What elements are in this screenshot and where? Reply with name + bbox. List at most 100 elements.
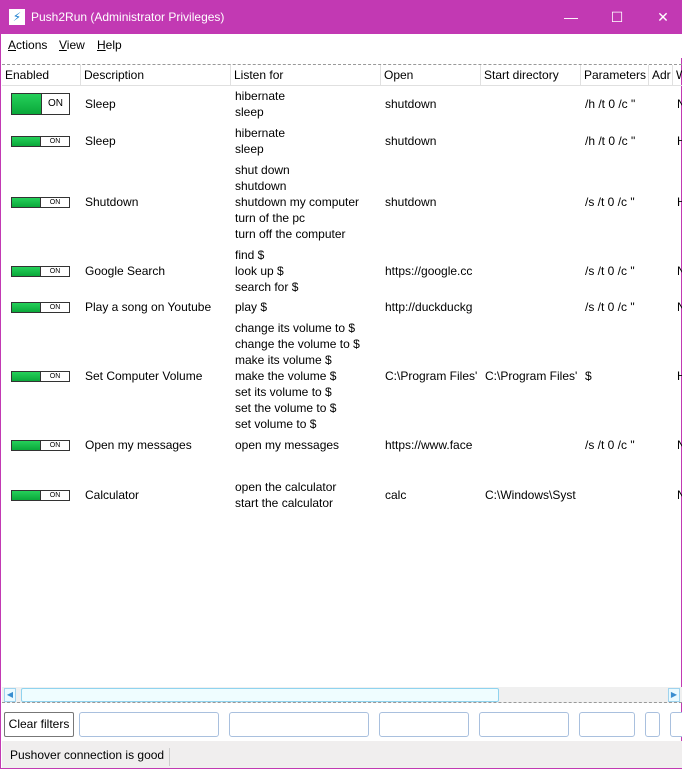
app-window: ⚡ Push2Run (Administrator Privileges) — … — [0, 0, 682, 769]
parameters-cell: /h /t 0 /c " — [585, 134, 636, 148]
listen-for-cell: hibernate sleep — [235, 125, 379, 157]
filter-parameters-input[interactable] — [579, 712, 635, 737]
parameters-cell: /s /t 0 /c " — [585, 300, 635, 314]
column-header-parameters[interactable]: Parameters — [581, 65, 649, 85]
scroll-right-arrow[interactable]: ▶ — [668, 688, 680, 702]
maximize-button[interactable]: ☐ — [594, 0, 640, 34]
listen-phrase: set its volume to $ — [235, 385, 332, 399]
listen-phrase: make the volume $ — [235, 369, 337, 383]
open-cell: http://duckduckg — [385, 300, 473, 314]
column-header-start-directory[interactable]: Start directory — [481, 65, 581, 85]
window-cell: N — [677, 97, 682, 111]
parameters-cell: $ — [585, 369, 592, 383]
listen-phrase: shutdown my computer — [235, 195, 360, 209]
scroll-left-arrow[interactable]: ◀ — [4, 688, 16, 702]
toggle-fill — [12, 94, 41, 114]
window-cell: H — [677, 369, 682, 383]
listen-for-cell: find $ look up $ search for $ — [235, 247, 379, 295]
listen-phrase: play $ — [235, 300, 268, 314]
clear-filters-button[interactable]: Clear filters — [4, 712, 74, 737]
listen-phrase: shutdown — [235, 179, 287, 193]
listen-phrase: turn of the pc — [235, 211, 306, 225]
listen-phrase: make its volume $ — [235, 353, 332, 367]
commands-grid: Enabled Description Listen for Open Start di… — [2, 64, 682, 704]
toggle-label: ON — [40, 372, 69, 381]
description-cell: Calculator — [85, 488, 140, 502]
menu-actions-label: Actions — [8, 38, 48, 52]
enabled-toggle[interactable]: ON — [11, 136, 70, 147]
filter-open-input[interactable] — [379, 712, 469, 737]
enabled-toggle[interactable]: ON — [11, 266, 70, 277]
open-cell: shutdown — [385, 97, 437, 111]
description-cell: Open my messages — [85, 438, 192, 452]
menu-view-label: View — [59, 38, 85, 52]
filter-window-input[interactable] — [670, 712, 682, 737]
toggle-fill — [12, 198, 40, 207]
enabled-toggle[interactable]: ON — [11, 302, 70, 313]
column-header-listen-for[interactable]: Listen for — [231, 65, 381, 85]
menu-view[interactable]: View — [59, 38, 85, 52]
open-cell: C:\Program Files' — [385, 369, 478, 383]
open-cell: https://www.face — [385, 438, 473, 452]
description-cell: Set Computer Volume — [85, 369, 203, 383]
listen-phrase: set volume to $ — [235, 417, 317, 431]
toggle-label: ON — [40, 303, 69, 312]
scroll-thumb[interactable] — [21, 688, 499, 702]
enabled-toggle[interactable]: ON — [11, 440, 70, 451]
app-runner-icon: ⚡ — [9, 9, 25, 25]
listen-for-cell: play $ — [235, 299, 379, 315]
toggle-fill — [12, 491, 40, 500]
window-cell: H — [677, 134, 682, 148]
horizontal-scrollbar[interactable]: ◀ ▶ — [2, 687, 682, 703]
window-title: Push2Run (Administrator Privileges) — [31, 10, 225, 24]
open-cell: shutdown — [385, 134, 437, 148]
toggle-fill — [12, 137, 40, 146]
column-header-window[interactable]: W — [673, 65, 682, 85]
window-cell: N — [677, 300, 682, 314]
listen-phrase: set the volume to $ — [235, 401, 337, 415]
close-button[interactable]: ✕ — [640, 0, 682, 34]
window-cell: N — [677, 438, 682, 452]
toggle-fill — [12, 372, 40, 381]
title-bar: ⚡ Push2Run (Administrator Privileges) — … — [1, 0, 682, 34]
column-header-enabled[interactable]: Enabled — [2, 65, 81, 85]
header-divider — [2, 85, 682, 86]
window-cell: H — [677, 195, 682, 209]
minimize-button[interactable]: — — [548, 0, 594, 34]
open-cell: calc — [385, 488, 407, 502]
filter-start-dir-input[interactable] — [479, 712, 569, 737]
toggle-fill — [12, 303, 40, 312]
toggle-label: ON — [40, 267, 69, 276]
column-header-admin[interactable]: Adr — [649, 65, 673, 85]
open-cell: https://google.cc — [385, 264, 473, 278]
menu-actions[interactable]: Actions — [8, 38, 47, 52]
toggle-label: ON — [41, 94, 69, 114]
enabled-toggle[interactable]: ON — [11, 371, 70, 382]
enabled-toggle[interactable]: ON — [11, 197, 70, 208]
column-header-description[interactable]: Description — [81, 65, 231, 85]
parameters-cell: /s /t 0 /c " — [585, 264, 635, 278]
menu-bar: Actions View Help — [2, 34, 682, 58]
enabled-toggle[interactable]: ON — [11, 490, 70, 501]
listen-for-cell: hibernate sleep — [235, 88, 379, 120]
filter-description-input[interactable] — [79, 712, 219, 737]
listen-for-cell: shut down shutdown shutdown my computer tur… — [235, 162, 379, 242]
filter-listen-input[interactable] — [229, 712, 369, 737]
listen-phrase: shut down — [235, 163, 290, 177]
toggle-fill — [12, 441, 40, 450]
toggle-label: ON — [40, 441, 69, 450]
listen-phrase: start the calculator — [235, 496, 334, 510]
open-cell: shutdown — [385, 195, 437, 209]
listen-phrase: hibernate — [235, 89, 286, 103]
listen-phrase: search for $ — [235, 280, 299, 294]
description-cell: Sleep — [85, 97, 116, 111]
enabled-toggle[interactable]: ON — [11, 93, 70, 115]
parameters-cell: /s /t 0 /c " — [585, 195, 635, 209]
listen-phrase: open the calculator — [235, 480, 337, 494]
column-header-open[interactable]: Open — [381, 65, 481, 85]
start-directory-cell: C:\Program Files' — [485, 369, 578, 383]
start-directory-cell: C:\Windows\Syst — [485, 488, 576, 502]
parameters-cell: /h /t 0 /c " — [585, 97, 636, 111]
menu-help[interactable]: Help — [97, 38, 122, 52]
filter-admin-input[interactable] — [645, 712, 660, 737]
